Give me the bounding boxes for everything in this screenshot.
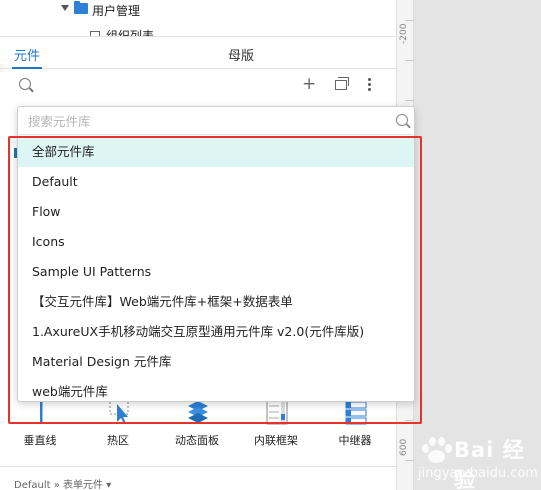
search-icon[interactable] [19, 78, 31, 90]
tree-item-label: 组织列表 [106, 29, 155, 36]
annotation-highlight-box [8, 136, 422, 424]
copy-icon[interactable] [335, 77, 349, 90]
paw-logo-icon [420, 436, 452, 464]
tab-masters[interactable]: 母版 [228, 45, 254, 64]
canvas-area[interactable] [414, 0, 541, 490]
library-breadcrumb[interactable]: Default » 表单元件 ▾ [14, 476, 111, 490]
tree-item-label: 用户管理 [92, 4, 141, 18]
tab-widgets[interactable]: 元件 [14, 45, 40, 64]
watermark-url: jingyan.baidu.com [418, 466, 538, 481]
widget-label: 内联框架 [254, 434, 298, 447]
active-tab-indicator [12, 67, 42, 69]
watermark: Bai 经验 jingyan.baidu.com [418, 432, 541, 490]
widget-label: 中继器 [338, 434, 372, 447]
widget-label: 垂直线 [23, 434, 57, 447]
search-icon[interactable] [396, 114, 408, 126]
widget-label: 热区 [107, 434, 129, 447]
caret-down-icon[interactable] [61, 5, 69, 11]
divider [0, 466, 396, 467]
panel-tabs: 元件 母版 [0, 36, 396, 69]
tree-item-org-list[interactable]: 组织列表 [0, 26, 396, 36]
add-library-button[interactable]: + [302, 74, 316, 94]
library-search-bar [18, 107, 414, 135]
watermark-brand: Bai 经验 [454, 438, 525, 490]
library-search-input[interactable] [28, 111, 378, 131]
tree-item-user-management[interactable]: 用户管理 [0, 0, 396, 19]
library-toolbar: + [0, 70, 396, 102]
more-options-icon[interactable] [368, 78, 372, 93]
folder-icon [74, 1, 88, 14]
ruler-label: 600 [399, 438, 409, 456]
ruler-label: -200 [399, 23, 409, 44]
widget-label: 动态面板 [175, 434, 219, 447]
